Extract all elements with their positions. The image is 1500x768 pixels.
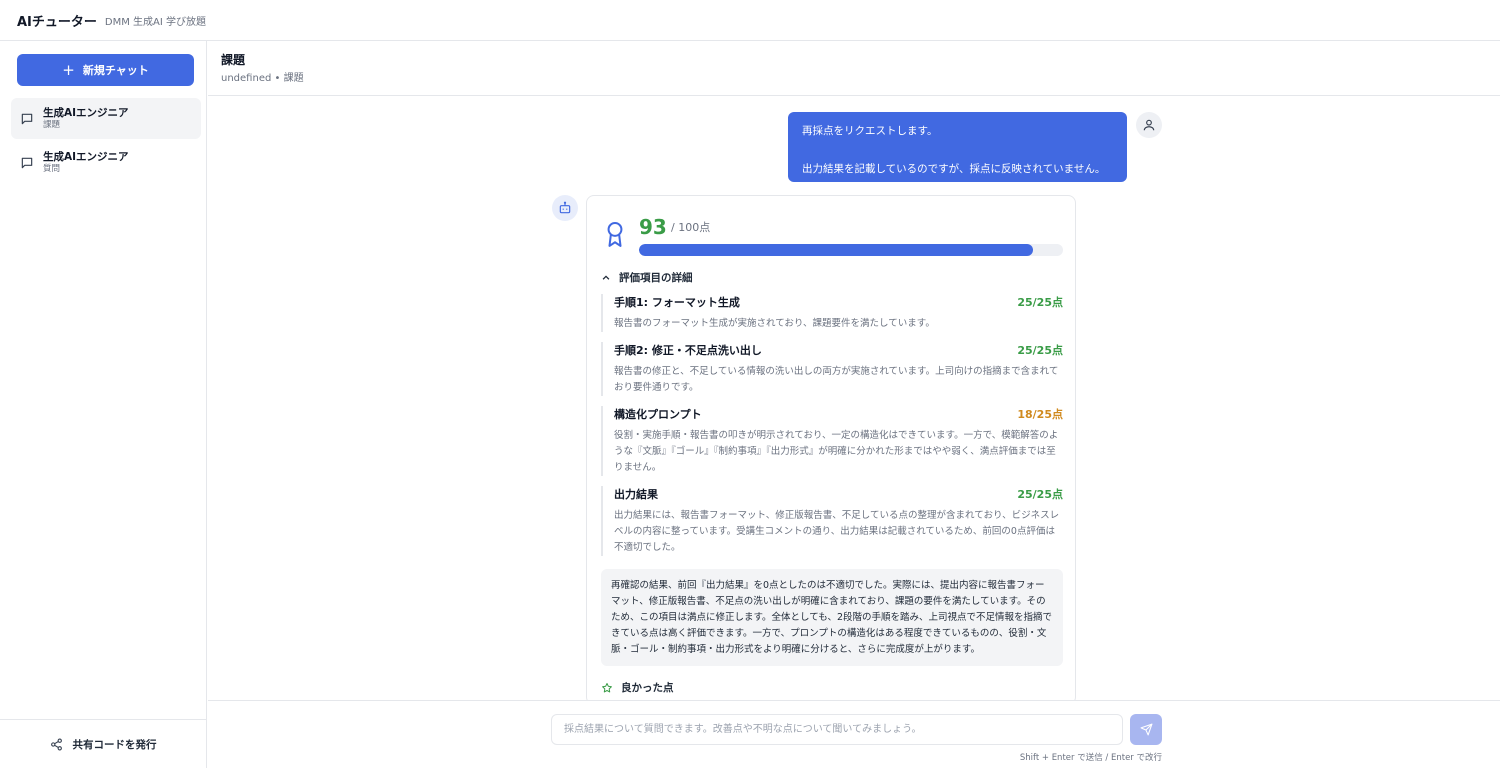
grading-result-card: 93 / 100点 評価項目の詳細 手順1: フォーマット生成 25/25点 報… xyxy=(586,195,1076,705)
criteria-item: 手順1: フォーマット生成 25/25点 報告書のフォーマット生成が実施されてお… xyxy=(601,294,1063,332)
summary-comment: 再確認の結果、前回『出力結果』を0点としたのは不適切でした。実際には、提出内容に… xyxy=(601,569,1063,666)
composer: Shift + Enter で送信 / Enter で改行 xyxy=(208,700,1500,768)
robot-icon xyxy=(559,201,571,214)
star-icon xyxy=(602,682,612,692)
user-message-bubble: 再採点をリクエストします。 出力結果を記載しているのですが、採点に反映されていま… xyxy=(788,112,1127,182)
page-title: 課題 xyxy=(221,53,246,67)
chat-bubble-icon xyxy=(21,113,33,124)
new-chat-button[interactable]: + 新規チャット xyxy=(17,54,194,86)
good-points-header[interactable]: 良かった点 xyxy=(601,680,674,695)
main-header: 課題 undefined • 課題 xyxy=(208,41,1500,96)
user-message-line: 再採点をリクエストします。 xyxy=(802,125,938,137)
send-icon xyxy=(1140,723,1152,736)
app-title: AIチューター xyxy=(17,14,97,30)
criteria-list: 手順1: フォーマット生成 25/25点 報告書のフォーマット生成が実施されてお… xyxy=(601,294,1063,566)
criteria-title: 手順2: 修正・不足点洗い出し xyxy=(614,344,762,357)
criteria-label: 評価項目の詳細 xyxy=(619,272,693,284)
criteria-description: 報告書の修正と、不足している情報の洗い出しの両方が実施されています。上司向けの指… xyxy=(614,366,1059,393)
chat-item-subtitle: 質問 xyxy=(43,164,61,174)
chevron-up-icon xyxy=(602,274,610,280)
top-bar: AIチューター DMM 生成AI 学び放題 xyxy=(0,0,1500,41)
criteria-description: 報告書のフォーマット生成が実施されており、課題要件を満たしています。 xyxy=(614,318,935,329)
criteria-score: 25/25点 xyxy=(1017,488,1063,501)
award-icon xyxy=(607,221,623,247)
share-code-label: 共有コードを発行 xyxy=(72,738,157,751)
criteria-description: 出力結果には、報告書フォーマット、修正版報告書、不足している点の整理が含まれてお… xyxy=(614,510,1060,553)
good-points-label: 良かった点 xyxy=(621,682,674,694)
share-icon xyxy=(50,738,62,750)
bot-avatar xyxy=(552,195,578,221)
score-total: / 100点 xyxy=(671,221,711,234)
criteria-item: 構造化プロンプト 18/25点 役割・実施手順・報告書の叩きが明示されており、一… xyxy=(601,406,1063,476)
app-subtitle: DMM 生成AI 学び放題 xyxy=(104,16,207,28)
criteria-title: 出力結果 xyxy=(614,488,658,501)
chat-item-title: 生成AIエンジニア xyxy=(43,107,129,119)
score-progress-fill xyxy=(639,244,1034,256)
criteria-score: 25/25点 xyxy=(1017,344,1063,357)
share-code-button[interactable]: 共有コードを発行 xyxy=(0,719,206,768)
score-value: 93 xyxy=(639,215,667,239)
score-progress-bar xyxy=(639,244,1063,256)
sidebar: + 新規チャット 生成AIエンジニア 課題 生成AIエンジニア 質問 共有コード… xyxy=(0,41,207,768)
criteria-title: 構造化プロンプト xyxy=(614,408,702,421)
criteria-description: 役割・実施手順・報告書の叩きが明示されており、一定の構造化はできています。一方で… xyxy=(614,430,1059,473)
sidebar-chat-item[interactable]: 生成AIエンジニア 課題 xyxy=(11,98,201,139)
user-icon xyxy=(1143,119,1155,131)
new-chat-label: 新規チャット xyxy=(82,64,149,77)
chat-item-title: 生成AIエンジニア xyxy=(43,151,129,163)
user-avatar xyxy=(1136,112,1162,138)
user-message-line: 出力結果を記載しているのですが、採点に反映されていません。 xyxy=(802,163,1106,175)
criteria-toggle[interactable]: 評価項目の詳細 xyxy=(601,270,693,285)
send-button[interactable] xyxy=(1130,714,1162,745)
plus-icon: + xyxy=(62,60,75,79)
input-hint: Shift + Enter で送信 / Enter で改行 xyxy=(1019,753,1162,763)
chat-item-subtitle: 課題 xyxy=(43,120,61,130)
breadcrumb: undefined • 課題 xyxy=(221,73,304,84)
score-summary: 93 / 100点 xyxy=(601,210,1063,260)
criteria-item: 出力結果 25/25点 出力結果には、報告書フォーマット、修正版報告書、不足して… xyxy=(601,486,1063,556)
criteria-score: 25/25点 xyxy=(1017,296,1063,309)
criteria-title: 手順1: フォーマット生成 xyxy=(614,296,740,309)
sidebar-chat-item[interactable]: 生成AIエンジニア 質問 xyxy=(11,142,201,183)
chat-bubble-icon xyxy=(21,157,33,168)
criteria-score: 18/25点 xyxy=(1017,408,1063,421)
chat-input[interactable] xyxy=(551,714,1123,745)
criteria-item: 手順2: 修正・不足点洗い出し 25/25点 報告書の修正と、不足している情報の… xyxy=(601,342,1063,396)
